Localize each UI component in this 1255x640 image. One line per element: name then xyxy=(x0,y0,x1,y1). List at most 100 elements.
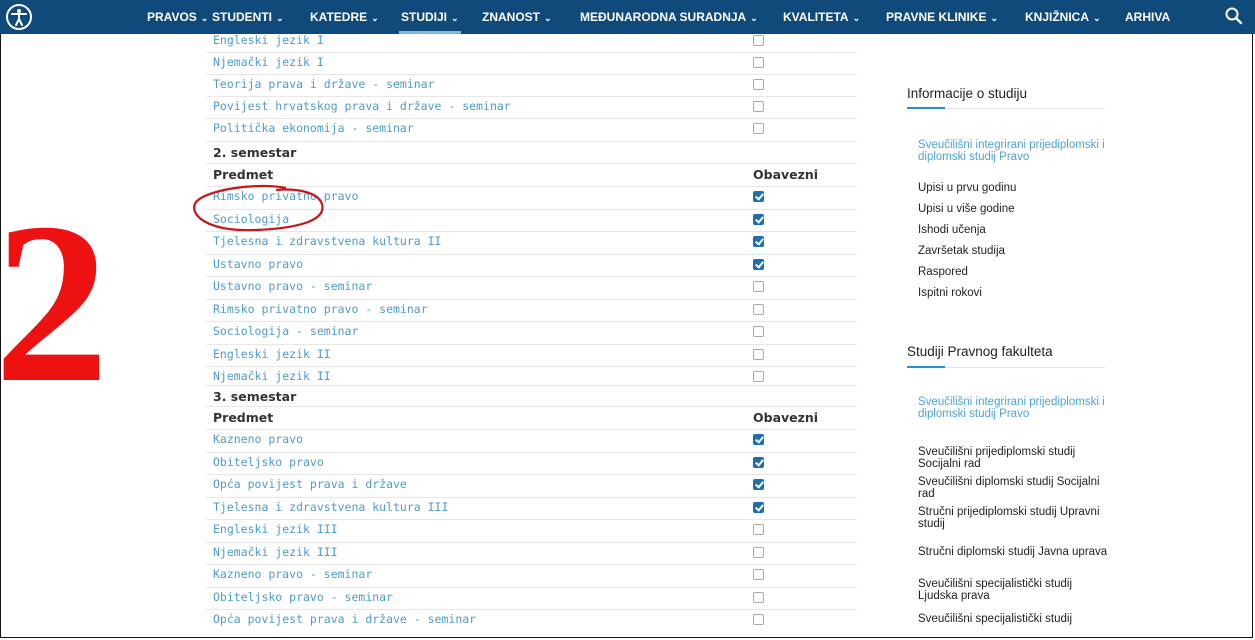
chevron-down-icon: ⌄ xyxy=(750,13,758,23)
chevron-down-icon: ⌄ xyxy=(544,13,552,23)
table-row: Opća povijest prava i države - seminar xyxy=(206,609,857,630)
subject-link[interactable]: Tjelesna i zdravstvena kultura III xyxy=(213,500,448,514)
annotation-circle xyxy=(193,184,324,232)
sidebar-link[interactable]: Upisi u više godine xyxy=(918,203,1108,215)
subject-link[interactable]: Ustavno pravo xyxy=(213,257,303,271)
table-row: Rimsko privatno pravo - seminar xyxy=(206,298,857,320)
step-number: 2 xyxy=(0,175,109,430)
nav-item-knji-nica[interactable]: KNJIŽNICA ⌄ xyxy=(1025,0,1101,34)
table-row: Sociologija - seminar xyxy=(206,321,857,342)
chevron-down-icon: ⌄ xyxy=(276,13,284,23)
subject-link[interactable]: Engleski jezik II xyxy=(213,347,331,361)
semester-heading: 3. semestar xyxy=(206,385,857,407)
nav-item-label: PRAVOS xyxy=(147,10,197,24)
semester-title: 3. semestar xyxy=(213,389,297,404)
required-checkbox-checked xyxy=(753,258,764,270)
nav-item-label: KATEDRE xyxy=(310,10,368,24)
subject-link[interactable]: Obiteljsko pravo xyxy=(213,455,324,469)
required-checkbox-unchecked xyxy=(753,614,764,625)
chevron-down-icon: ⌄ xyxy=(852,13,861,23)
sidebar-link[interactable]: Ispitni rokovi xyxy=(918,287,1108,299)
search-icon[interactable] xyxy=(1224,6,1244,26)
table-row: Njemački jezik II xyxy=(206,366,857,387)
subject-link[interactable]: Obiteljsko pravo - seminar xyxy=(213,590,393,604)
accessibility-icon[interactable] xyxy=(6,4,32,30)
required-checkbox-unchecked xyxy=(753,546,764,558)
chevron-down-icon: ⌄ xyxy=(1093,13,1101,23)
nav-item-label: STUDIJI xyxy=(401,10,448,24)
sidebar-link[interactable]: Sveučilišni diplomski studij Socijalni r… xyxy=(918,476,1108,500)
column-subject: Predmet xyxy=(213,410,274,425)
column-required: Obavezni xyxy=(753,167,819,182)
table-row: Povijest hrvatskog prava i države - semi… xyxy=(206,96,857,117)
nav-item-pravos[interactable]: PRAVOS ⌄ xyxy=(147,0,208,34)
table-row: Njemački jezik I xyxy=(206,52,857,73)
required-checkbox-unchecked xyxy=(753,348,764,360)
nav-item-label: MEĐUNARODNA SURADNJA xyxy=(580,10,747,24)
chevron-down-icon: ⌄ xyxy=(371,13,379,23)
sidebar-link[interactable]: Ishodi učenja xyxy=(918,224,1108,236)
table-row: Njemački jezik III xyxy=(206,541,857,563)
sidebar-link[interactable]: Završetak studija xyxy=(918,245,1108,257)
subject-link[interactable]: Opća povijest prava i države - seminar xyxy=(213,612,476,626)
subject-link[interactable]: Teorija prava i države - seminar xyxy=(213,77,435,91)
subject-link[interactable]: Engleski jezik III xyxy=(213,522,338,536)
subject-link[interactable]: Politička ekonomija - seminar xyxy=(213,121,414,135)
sidebar-link[interactable]: Sveučilišni integrirani prijediplomski i… xyxy=(918,396,1108,420)
required-checkbox-unchecked xyxy=(753,303,764,315)
sidebar-link[interactable]: Sveučilišni prijediplomski studij Socija… xyxy=(918,446,1108,470)
sidebar-link[interactable]: Stručni prijediplomski studij Upravni st… xyxy=(918,506,1108,530)
subject-link[interactable]: Njemački jezik I xyxy=(213,55,324,69)
required-checkbox-checked xyxy=(753,479,764,490)
nav-item-znanost[interactable]: ZNANOST ⌄ xyxy=(482,0,552,34)
required-checkbox-unchecked xyxy=(753,524,764,535)
semester-title: 2. semestar xyxy=(213,145,297,160)
nav-item-katedre[interactable]: KATEDRE ⌄ xyxy=(310,0,379,34)
required-checkbox-unchecked xyxy=(753,101,764,112)
nav-item-label: KNJIŽNICA xyxy=(1025,10,1090,24)
studies-title-accent xyxy=(907,366,945,368)
table-row: Tjelesna i zdravstvena kultura III xyxy=(206,496,857,518)
info-title: Informacije o studiju xyxy=(907,86,1028,101)
subject-link[interactable]: Ustavno pravo - seminar xyxy=(213,279,372,293)
nav-item-studenti[interactable]: STUDENTI ⌄ xyxy=(212,0,284,34)
table-header: Predmet Obavezni xyxy=(206,406,857,428)
required-checkbox-checked xyxy=(753,236,764,247)
sidebar-link[interactable]: Sveučilišni specijalistički studij xyxy=(918,613,1108,625)
sidebar-link[interactable]: Stručni diplomski studij Javna uprava xyxy=(918,546,1108,558)
nav-item-arhiva[interactable]: ARHIVA xyxy=(1125,0,1170,34)
table-row: Engleski jezik III xyxy=(206,519,857,540)
required-checkbox-unchecked xyxy=(753,326,764,337)
required-checkbox-unchecked xyxy=(753,371,764,382)
required-checkbox-unchecked xyxy=(753,57,764,68)
nav-item-kvaliteta[interactable]: KVALITETA ⌄ xyxy=(783,0,860,34)
required-checkbox-checked xyxy=(753,434,764,445)
table-row: Teorija prava i države - seminar xyxy=(206,74,857,95)
nav-item-me-unarodna-suradnja[interactable]: MEĐUNARODNA SURADNJA ⌄ xyxy=(580,0,758,34)
subject-link[interactable]: Njemački jezik II xyxy=(213,369,331,383)
table-row: Engleski jezik II xyxy=(206,343,857,365)
subject-link[interactable]: Rimsko privatno pravo - seminar xyxy=(213,302,428,316)
subject-link[interactable]: Opća povijest prava i države xyxy=(213,477,407,491)
sidebar-link[interactable]: Upisi u prvu godinu xyxy=(918,182,1108,194)
subject-link[interactable]: Povijest hrvatskog prava i države - semi… xyxy=(213,99,511,113)
sidebar-link[interactable]: Raspored xyxy=(918,266,1108,278)
nav-item-studiji[interactable]: STUDIJI ⌄ xyxy=(399,0,461,34)
table-row: Kazneno pravo - seminar xyxy=(206,564,857,585)
table-row: Ustavno pravo xyxy=(206,253,857,275)
nav-item-pravne-klinike[interactable]: PRAVNE KLINIKE ⌄ xyxy=(886,0,998,34)
required-checkbox-unchecked xyxy=(753,123,764,134)
top-navigation: PRAVOS ⌄ STUDENTI ⌄ KATEDRE ⌄ STUDIJI ⌄ ZNANOST ⌄… xyxy=(0,0,1255,34)
subject-link[interactable]: Kazneno pravo - seminar xyxy=(213,567,372,581)
subject-link[interactable]: Sociologija - seminar xyxy=(213,324,358,338)
subject-link[interactable]: Njemački jezik III xyxy=(213,545,338,559)
subject-link[interactable]: Kazneno pravo xyxy=(213,432,303,446)
table-row: Opća povijest prava i države xyxy=(206,474,857,495)
info-title-accent xyxy=(907,107,945,109)
nav-item-label: PRAVNE KLINIKE xyxy=(886,10,987,24)
subject-link[interactable]: Engleski jezik I xyxy=(213,33,324,47)
required-checkbox-unchecked xyxy=(753,281,764,292)
sidebar-link[interactable]: Sveučilišni specijalistički studij Ljuds… xyxy=(918,578,1108,602)
sidebar-link[interactable]: Sveučilišni integrirani prijediplomski i… xyxy=(918,139,1108,163)
table-row: Kazneno pravo xyxy=(206,429,857,450)
